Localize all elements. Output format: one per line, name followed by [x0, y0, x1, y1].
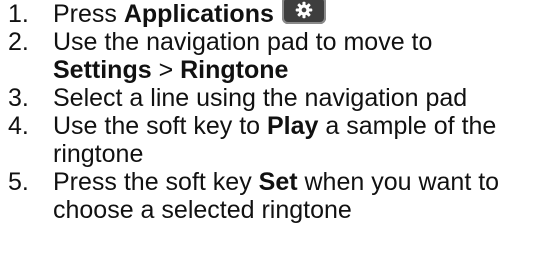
settings-label: Settings	[53, 56, 152, 84]
step-number: 2.	[8, 28, 29, 56]
step-text: Use the navigation pad to move to	[53, 28, 433, 56]
step-3: 3. Select a line using the navigation pa…	[0, 84, 540, 112]
step-number: 4.	[8, 112, 29, 140]
step-text: Press	[53, 0, 124, 28]
gear-icon	[295, 1, 313, 19]
set-label: Set	[258, 168, 298, 196]
step-number: 3.	[8, 84, 29, 112]
step-4: 4. Use the soft key to Play a sample of …	[0, 112, 540, 168]
step-text: Press the soft key	[53, 168, 259, 196]
path-separator: >	[151, 56, 181, 84]
step-1: 1. Press Applications	[0, 0, 540, 28]
step-5: 5. Press the soft key Set when you want …	[0, 168, 540, 224]
step-2: 2. Use the navigation pad to move to Set…	[0, 28, 540, 84]
applications-label: Applications	[123, 0, 274, 28]
instruction-list: 1. Press Applications 2. Use the navigat…	[0, 0, 540, 224]
ringtone-label: Ringtone	[180, 56, 289, 84]
step-number: 1.	[8, 0, 29, 28]
step-number: 5.	[8, 168, 29, 196]
play-label: Play	[267, 112, 319, 140]
applications-button-icon	[281, 0, 326, 24]
step-text: Use the soft key to	[53, 112, 267, 140]
step-text: Select a line using the navigation pad	[53, 84, 468, 112]
